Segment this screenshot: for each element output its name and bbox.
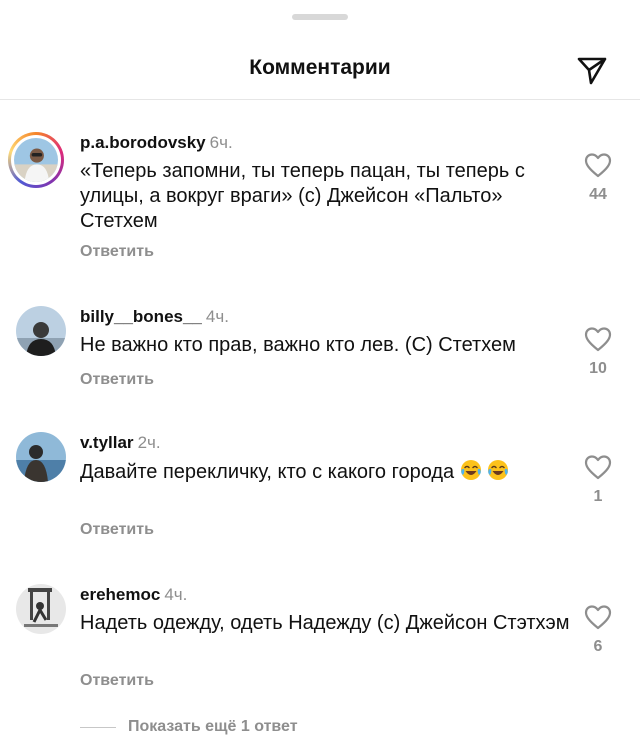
avatar[interactable] bbox=[16, 432, 66, 482]
comment-text-content: Давайте перекличку, кто с какого города bbox=[80, 461, 455, 483]
share-button[interactable] bbox=[574, 52, 610, 88]
heart-outline-icon[interactable] bbox=[584, 326, 612, 352]
face-with-tears-of-joy-emoji bbox=[460, 460, 481, 480]
reply-button[interactable]: Ответить bbox=[80, 243, 154, 261]
avatar-story-ring[interactable] bbox=[8, 132, 64, 188]
reply-button[interactable]: Ответить bbox=[80, 371, 154, 389]
comment-time: 4ч. bbox=[205, 307, 229, 326]
comment-item: v.tyllar 2ч. Давайте перекличку, кто с ка… bbox=[0, 430, 640, 540]
heart-outline-icon[interactable] bbox=[584, 604, 612, 630]
show-more-replies-button[interactable]: Показать ещё 1 ответ bbox=[80, 716, 298, 738]
more-replies-divider bbox=[80, 726, 116, 728]
reply-button[interactable]: Ответить bbox=[80, 521, 154, 539]
comment-item: erehemoc 4ч. Надеть одежду, одеть Надежду… bbox=[0, 582, 640, 692]
face-with-tears-of-joy-emoji bbox=[488, 460, 509, 480]
avatar[interactable] bbox=[16, 306, 66, 356]
page-title: Комментарии bbox=[249, 56, 391, 79]
like-count: 10 bbox=[589, 360, 607, 377]
show-more-replies-label: Показать ещё 1 ответ bbox=[128, 718, 298, 735]
like-count: 1 bbox=[593, 488, 603, 505]
comment-text: «Теперь запомни, ты теперь пацан, ты теп… bbox=[80, 160, 525, 232]
comment-time: 4ч. bbox=[164, 585, 188, 604]
comment-time: 2ч. bbox=[137, 433, 161, 452]
like-count: 6 bbox=[593, 638, 603, 655]
comment-item: billy__bones__ 4ч. Не важно кто прав, важ… bbox=[0, 304, 640, 394]
heart-outline-icon[interactable] bbox=[584, 454, 612, 480]
comment-text: Надеть одежду, одеть Надежду (с) Джейсон… bbox=[80, 612, 570, 634]
comments-header: Комментарии bbox=[0, 40, 640, 100]
comment-text: Не важно кто прав, важно кто лев. (С) Ст… bbox=[80, 334, 516, 356]
comment-time: 6ч. bbox=[209, 133, 233, 152]
avatar[interactable] bbox=[16, 584, 66, 634]
comment-username[interactable]: erehemoc bbox=[80, 585, 160, 604]
paper-plane-icon bbox=[577, 57, 607, 85]
sheet-grabber-handle[interactable] bbox=[292, 14, 348, 20]
avatar bbox=[14, 138, 58, 182]
comment-item: p.a.borodovsky 6ч. «Теперь запомни, ты те… bbox=[0, 128, 640, 268]
comment-username[interactable]: p.a.borodovsky bbox=[80, 133, 206, 152]
reply-button[interactable]: Ответить bbox=[80, 672, 154, 690]
comment-text: Давайте перекличку, кто с какого города bbox=[80, 459, 540, 485]
comment-username[interactable]: billy__bones__ bbox=[80, 307, 202, 326]
heart-outline-icon[interactable] bbox=[584, 152, 612, 178]
comment-username[interactable]: v.tyllar bbox=[80, 433, 134, 452]
like-count: 44 bbox=[589, 186, 607, 203]
